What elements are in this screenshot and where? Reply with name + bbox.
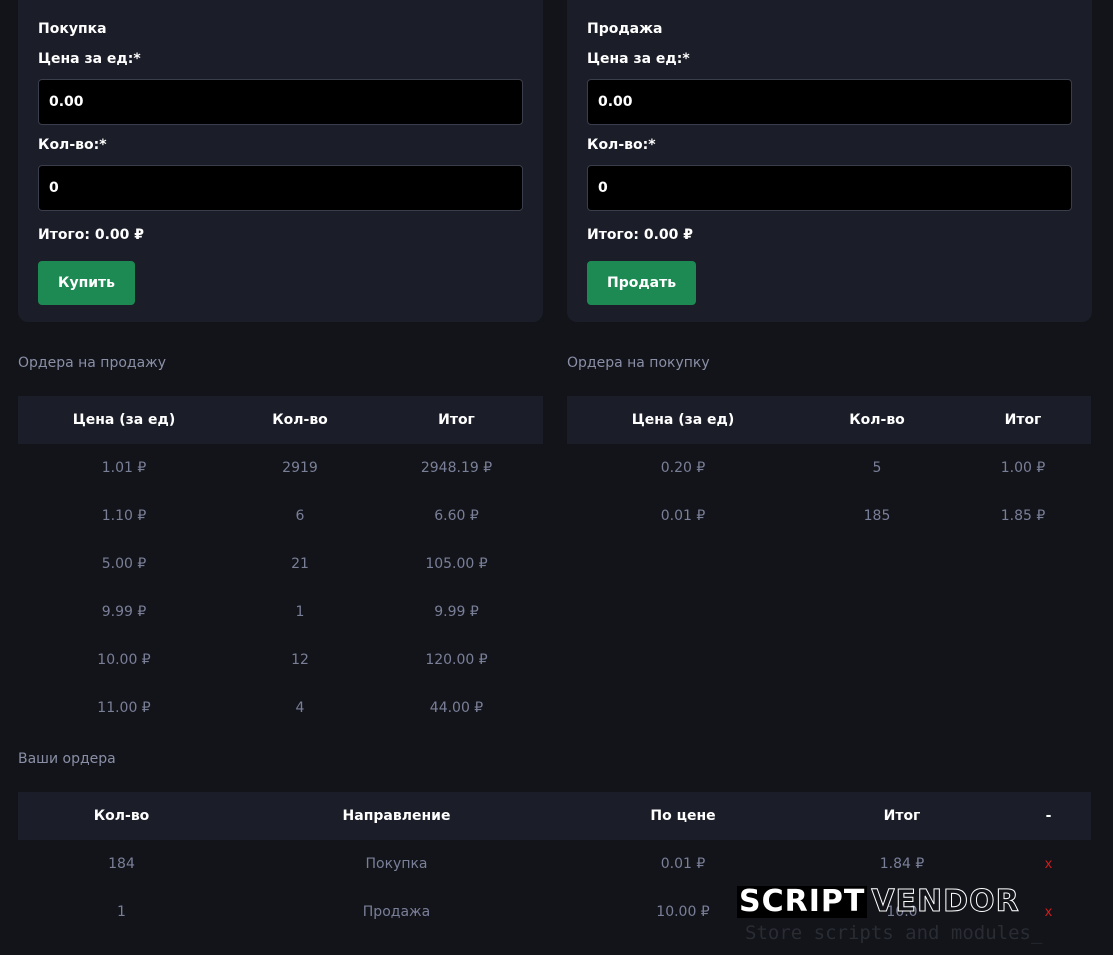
table-cell: 0.01 ₽: [660, 856, 706, 872]
watermark-logo: SCRIPT VENDOR: [737, 884, 1107, 919]
table-row: 184 Покупка 0.01 ₽ 1.84 ₽ x: [18, 840, 1091, 888]
column-header: -: [1006, 792, 1091, 840]
column-header: Кол-во: [799, 396, 955, 444]
table-cell: 0.20 ₽: [660, 460, 706, 476]
table-cell: 1.85 ₽: [1000, 508, 1046, 524]
table-cell: x: [1006, 840, 1091, 888]
buy-total: Итого: 0.00 ₽: [38, 227, 145, 243]
sell-qty-input[interactable]: [587, 165, 1072, 211]
table-row: 0.20 ₽ 5 1.00 ₽: [567, 444, 1091, 492]
table-cell: 6.60 ₽: [434, 508, 479, 524]
table-cell: 6: [295, 508, 305, 524]
buy-panel-title: Покупка: [38, 21, 107, 37]
column-header: Кол-во: [230, 396, 370, 444]
table-header-row: Цена (за ед) Кол-во Итог: [567, 396, 1091, 444]
buy-price-label: Цена за ед:*: [38, 51, 141, 67]
table-cell: 1: [117, 904, 126, 920]
buy-qty-input[interactable]: [38, 165, 523, 211]
table-cell: 5.00 ₽: [101, 556, 147, 572]
watermark-brand-script: SCRIPT: [737, 884, 868, 919]
table-row: 11.00 ₽ 4 44.00 ₽: [18, 684, 543, 732]
table-cell: 1.01 ₽: [101, 460, 147, 476]
table-row: 0.01 ₽ 185 1.85 ₽: [567, 492, 1091, 540]
sell-price-input[interactable]: [587, 79, 1072, 125]
column-header: Итог: [370, 396, 543, 444]
buy-price-input[interactable]: [38, 79, 523, 125]
table-cell: 4: [295, 700, 305, 716]
table-cell: 1.84 ₽: [879, 856, 925, 872]
column-header: Цена (за ед): [18, 396, 230, 444]
table-cell: 21: [291, 556, 309, 572]
column-header: По цене: [568, 792, 798, 840]
table-cell: 5: [872, 460, 882, 476]
table-row: 10.00 ₽ 12 120.00 ₽: [18, 636, 543, 684]
table-row: 9.99 ₽ 1 9.99 ₽: [18, 588, 543, 636]
table-cell: Покупка: [365, 856, 428, 872]
watermark-tagline: Store scripts and modules_: [745, 922, 1043, 944]
sell-orders-title: Ордера на продажу: [18, 355, 167, 371]
sell-orders-table: Цена (за ед) Кол-во Итог 1.01 ₽ 2919 294…: [18, 396, 543, 732]
sell-panel-title: Продажа: [587, 21, 663, 37]
table-cell: 10.00 ₽: [97, 652, 151, 668]
table-cell: 2948.19 ₽: [420, 460, 493, 476]
buy-orders-title: Ордера на покупку: [567, 355, 710, 371]
table-cell: 44.00 ₽: [429, 700, 484, 716]
buy-orders-table: Цена (за ед) Кол-во Итог 0.20 ₽ 5 1.00 ₽…: [567, 396, 1091, 540]
table-cell: Продажа: [362, 904, 431, 920]
column-header: Итог: [955, 396, 1091, 444]
table-cell: 105.00 ₽: [425, 556, 488, 572]
table-row: 1.10 ₽ 6 6.60 ₽: [18, 492, 543, 540]
sell-button[interactable]: Продать: [587, 261, 697, 305]
sell-total: Итого: 0.00 ₽: [587, 227, 694, 243]
watermark: SCRIPT VENDOR Store scripts and modules_: [737, 884, 1107, 952]
buy-panel: Покупка Цена за ед:* Кол-во:* Итого: 0.0…: [18, 0, 543, 322]
table-cell: 120.00 ₽: [425, 652, 488, 668]
buy-button[interactable]: Купить: [38, 261, 136, 305]
column-header: Итог: [798, 792, 1006, 840]
table-cell: 184: [108, 856, 135, 872]
column-header: Кол-во: [18, 792, 225, 840]
table-header-row: Цена (за ед) Кол-во Итог: [18, 396, 543, 444]
table-cell: 1: [295, 604, 305, 620]
sell-panel: Продажа Цена за ед:* Кол-во:* Итого: 0.0…: [567, 0, 1092, 322]
column-header: Цена (за ед): [567, 396, 799, 444]
table-row: 5.00 ₽ 21 105.00 ₽: [18, 540, 543, 588]
table-cell: 11.00 ₽: [97, 700, 151, 716]
buy-qty-label: Кол-во:*: [38, 137, 107, 153]
table-cell: 9.99 ₽: [434, 604, 479, 620]
table-cell: 9.99 ₽: [101, 604, 147, 620]
delete-order-button[interactable]: x: [1045, 857, 1053, 872]
table-cell: 12: [291, 652, 309, 668]
table-cell: 185: [863, 508, 891, 524]
my-orders-title: Ваши ордера: [18, 751, 116, 767]
table-cell: 2919: [282, 460, 318, 476]
table-cell: 0.01 ₽: [660, 508, 706, 524]
sell-qty-label: Кол-во:*: [587, 137, 656, 153]
table-cell: 1.00 ₽: [1000, 460, 1046, 476]
table-row: 1.01 ₽ 2919 2948.19 ₽: [18, 444, 543, 492]
sell-price-label: Цена за ед:*: [587, 51, 690, 67]
column-header: Направление: [225, 792, 568, 840]
watermark-brand-vendor: VENDOR: [871, 884, 1020, 919]
table-cell: 1.10 ₽: [101, 508, 147, 524]
table-header-row: Кол-во Направление По цене Итог -: [18, 792, 1091, 840]
